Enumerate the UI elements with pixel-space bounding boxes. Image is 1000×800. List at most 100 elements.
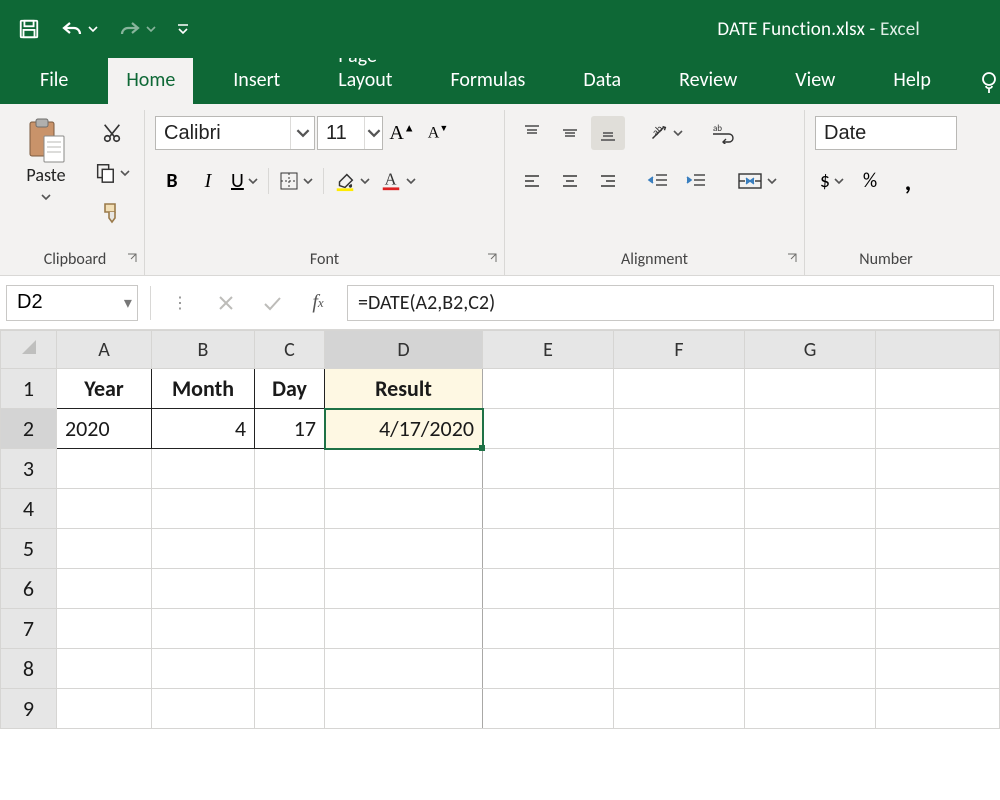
cell-F2[interactable] <box>614 409 745 449</box>
increase-font-button[interactable]: A▲ <box>385 116 419 150</box>
cell-A3[interactable] <box>57 449 152 489</box>
row-header-4[interactable]: 4 <box>1 489 57 529</box>
cell-D6[interactable] <box>325 569 483 609</box>
cell-G4[interactable] <box>745 489 876 529</box>
accounting-format-button[interactable]: $ <box>815 164 849 198</box>
formula-input[interactable]: =DATE(A2,B2,C2) <box>347 285 994 321</box>
cell-B2[interactable]: 4 <box>152 409 255 449</box>
font-size-input[interactable] <box>318 117 364 149</box>
decrease-indent-button[interactable] <box>641 164 675 198</box>
cell-B5[interactable] <box>152 529 255 569</box>
cell-E9[interactable] <box>483 689 614 729</box>
cell-F5[interactable] <box>614 529 745 569</box>
cell-B3[interactable] <box>152 449 255 489</box>
save-button[interactable] <box>12 12 46 46</box>
col-header-C[interactable]: C <box>255 331 325 369</box>
cell-G3[interactable] <box>745 449 876 489</box>
cell-C9[interactable] <box>255 689 325 729</box>
number-format-combo[interactable] <box>815 116 957 150</box>
decrease-font-button[interactable]: A▼ <box>421 116 455 150</box>
cell-B9[interactable] <box>152 689 255 729</box>
spreadsheet-grid[interactable]: A B C D E F G 1 Year Month Day Result <box>0 330 1000 729</box>
cell-F9[interactable] <box>614 689 745 729</box>
fx-more-icon[interactable]: ⋮ <box>163 286 197 320</box>
font-size-combo[interactable] <box>317 116 383 150</box>
format-painter-button[interactable] <box>90 196 134 230</box>
name-box-dropdown-icon[interactable]: ▾ <box>119 293 137 313</box>
cell-H2[interactable] <box>876 409 1000 449</box>
row-header-3[interactable]: 3 <box>1 449 57 489</box>
underline-button[interactable]: U <box>227 164 262 198</box>
cell-A6[interactable] <box>57 569 152 609</box>
row-header-5[interactable]: 5 <box>1 529 57 569</box>
cell-H9[interactable] <box>876 689 1000 729</box>
cell-F7[interactable] <box>614 609 745 649</box>
cell-A5[interactable] <box>57 529 152 569</box>
cell-H1[interactable] <box>876 369 1000 409</box>
align-middle-button[interactable] <box>553 116 587 150</box>
cell-E3[interactable] <box>483 449 614 489</box>
tab-file[interactable]: File <box>22 58 86 104</box>
cell-E7[interactable] <box>483 609 614 649</box>
cell-D8[interactable] <box>325 649 483 689</box>
orientation-button[interactable]: ab <box>643 116 687 150</box>
cell-D1[interactable]: Result <box>325 369 483 409</box>
cell-E2[interactable] <box>483 409 614 449</box>
borders-button[interactable] <box>275 164 317 198</box>
tab-insert[interactable]: Insert <box>215 58 298 104</box>
insert-function-button[interactable]: fx <box>301 286 335 320</box>
row-header-2[interactable]: 2 <box>1 409 57 449</box>
wrap-text-button[interactable]: ab <box>707 116 741 150</box>
col-header-E[interactable]: E <box>483 331 614 369</box>
cell-D7[interactable] <box>325 609 483 649</box>
paste-button[interactable]: Paste <box>16 116 76 207</box>
cell-F3[interactable] <box>614 449 745 489</box>
cell-B4[interactable] <box>152 489 255 529</box>
cell-H3[interactable] <box>876 449 1000 489</box>
col-header-G[interactable]: G <box>745 331 876 369</box>
alignment-launcher-icon[interactable] <box>786 250 798 269</box>
cell-A2[interactable]: 2020 <box>57 409 152 449</box>
clipboard-launcher-icon[interactable] <box>126 250 138 269</box>
cell-C5[interactable] <box>255 529 325 569</box>
row-header-6[interactable]: 6 <box>1 569 57 609</box>
cell-H5[interactable] <box>876 529 1000 569</box>
cell-A8[interactable] <box>57 649 152 689</box>
name-box-input[interactable] <box>7 289 119 316</box>
cell-B7[interactable] <box>152 609 255 649</box>
cell-C8[interactable] <box>255 649 325 689</box>
italic-button[interactable]: I <box>191 164 225 198</box>
align-left-button[interactable] <box>515 164 549 198</box>
merge-center-button[interactable] <box>733 164 781 198</box>
cell-A1[interactable]: Year <box>57 369 152 409</box>
col-header-F[interactable]: F <box>614 331 745 369</box>
tab-view[interactable]: View <box>777 58 853 104</box>
cell-C3[interactable] <box>255 449 325 489</box>
cell-H7[interactable] <box>876 609 1000 649</box>
select-all-corner[interactable] <box>1 331 57 369</box>
cell-H6[interactable] <box>876 569 1000 609</box>
cell-D2[interactable]: 4/17/2020 <box>325 409 483 449</box>
row-header-9[interactable]: 9 <box>1 689 57 729</box>
row-header-1[interactable]: 1 <box>1 369 57 409</box>
col-header-extra[interactable] <box>876 331 1000 369</box>
undo-button[interactable] <box>54 13 104 45</box>
align-top-button[interactable] <box>515 116 549 150</box>
copy-button[interactable] <box>90 156 134 190</box>
font-color-button[interactable]: A <box>376 164 420 198</box>
tab-data[interactable]: Data <box>565 58 639 104</box>
cell-E6[interactable] <box>483 569 614 609</box>
cell-D9[interactable] <box>325 689 483 729</box>
number-format-input[interactable] <box>816 117 956 149</box>
cell-E1[interactable] <box>483 369 614 409</box>
tell-me-icon[interactable] <box>977 70 1000 104</box>
cell-G5[interactable] <box>745 529 876 569</box>
align-right-button[interactable] <box>591 164 625 198</box>
font-name-combo[interactable] <box>155 116 315 150</box>
fill-color-button[interactable] <box>330 164 374 198</box>
cell-E4[interactable] <box>483 489 614 529</box>
cell-C6[interactable] <box>255 569 325 609</box>
cell-C2[interactable]: 17 <box>255 409 325 449</box>
tab-review[interactable]: Review <box>661 58 755 104</box>
cell-E5[interactable] <box>483 529 614 569</box>
